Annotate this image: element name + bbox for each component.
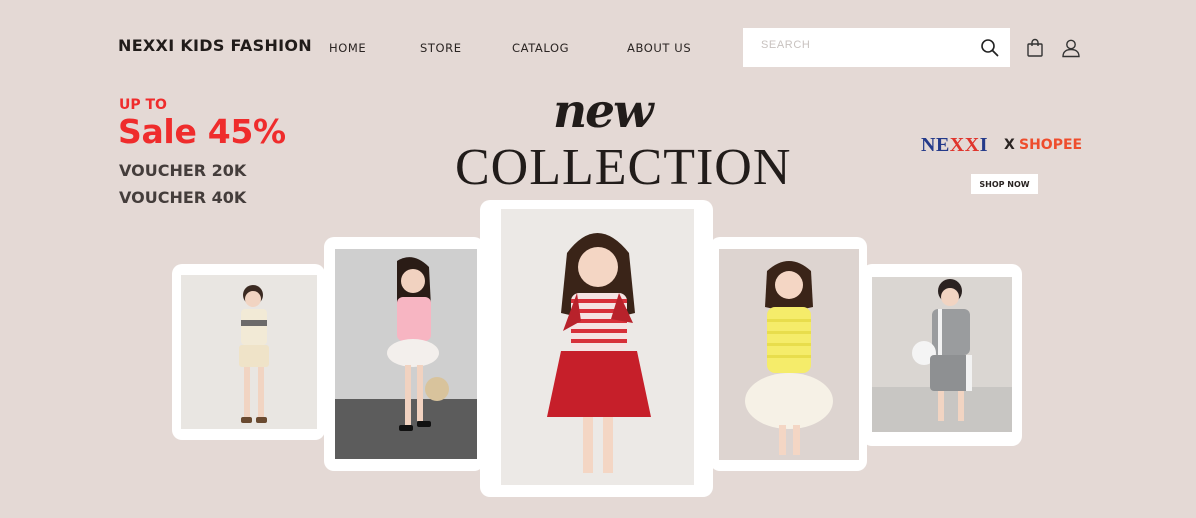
product-card-5[interactable] (862, 264, 1022, 446)
product-card-4[interactable] (710, 237, 867, 471)
brand-part3: I (979, 134, 988, 156)
nav-store[interactable]: STORE (420, 41, 462, 55)
collab-x: X (1004, 137, 1015, 153)
promo-sale: Sale 45% (118, 112, 286, 151)
search-bar (743, 28, 1010, 67)
product-card-1[interactable] (172, 264, 325, 440)
voucher-20k: VOUCHER 20K (119, 161, 247, 180)
product-card-2[interactable] (324, 237, 484, 471)
nav-catalog[interactable]: CATALOG (512, 41, 569, 55)
site-logo[interactable]: NEXXI KIDS FASHION (118, 36, 312, 55)
brand-part1: NE (921, 134, 950, 156)
product-photo-boy-tank-set (181, 275, 317, 429)
shopping-bag-icon[interactable] (1024, 37, 1046, 59)
shopee-brand-text: SHOPEE (1019, 137, 1083, 153)
product-photo-girl-red-skirt (501, 209, 694, 485)
nav-about-us[interactable]: ABOUT US (627, 41, 691, 55)
hero-new-text: new (553, 84, 654, 139)
user-icon[interactable] (1060, 37, 1082, 59)
nav-home[interactable]: HOME (329, 41, 366, 55)
nexxi-brand-logo: NEXXI (921, 134, 988, 157)
search-input[interactable] (761, 39, 961, 51)
product-card-3[interactable] (480, 200, 713, 497)
brand-part2: XX (949, 134, 980, 156)
product-photo-boy-sport-set (872, 277, 1012, 432)
product-photo-girl-pink-top (335, 249, 477, 459)
shop-now-button[interactable]: SHOP NOW (971, 174, 1038, 194)
product-photo-girl-yellow-dress (719, 249, 859, 460)
promo-up-to: UP TO (119, 97, 167, 113)
hero-collection-text: COLLECTION (455, 139, 792, 196)
voucher-40k: VOUCHER 40K (119, 188, 247, 207)
search-icon[interactable] (979, 37, 1001, 59)
